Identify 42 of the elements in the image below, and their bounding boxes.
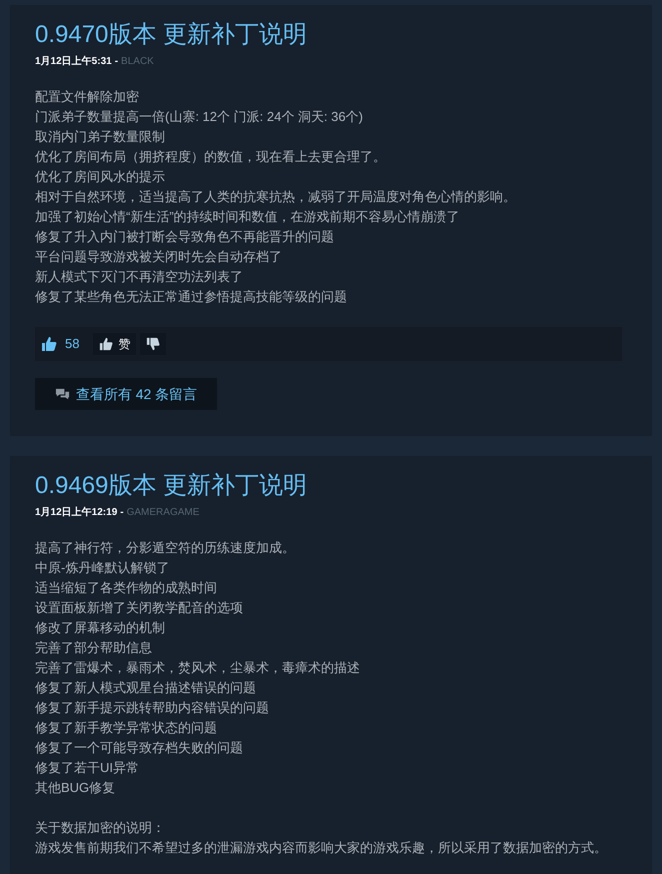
speech-bubbles-icon <box>54 386 70 402</box>
body-text-line: 修复了某些角色无法正常通过参悟提高技能等级的问题 <box>35 288 348 306</box>
thumbs-down-icon <box>146 337 160 351</box>
body-text-line: 修复了新人模式观星台描述错误的问题 <box>35 679 257 697</box>
body-text-line: 平台问题导致游戏被关闭时先会自动存档了 <box>35 248 283 266</box>
body-text-line: 门派弟子数量提高一倍(山寨: 12个 门派: 24个 洞天: 36个) <box>35 108 364 126</box>
like-button[interactable]: 赞 <box>93 333 136 355</box>
body-text-line: 修改了屏幕移动的机制 <box>35 619 166 637</box>
body-text-line: 完善了雷爆术，暴雨术，焚风术，尘暴术，毒瘴术的描述 <box>35 659 361 677</box>
separator: - <box>114 55 118 69</box>
body-text-line: 关于数据加密的说明： <box>35 819 166 837</box>
post-title[interactable]: 0.9469版本 更新补丁说明 <box>35 470 627 502</box>
body-text-line: 优化了房间风水的提示 <box>35 168 166 186</box>
thumbs-up-icon <box>99 337 114 351</box>
body-text-line: 配置文件解除加密 <box>35 88 140 106</box>
post-date: 1月12日上午5:31 <box>35 55 112 69</box>
post-author: BLACK <box>121 55 154 69</box>
body-text-line: 游戏发售前期我们不希望过多的泄漏游戏内容而影响大家的游戏乐趣，所以采用了数据加密的方式。 <box>35 839 608 857</box>
body-text-line: 优化了房间布局（拥挤程度）的数值，现在看上去更合理了。 <box>35 148 387 166</box>
separator: - <box>120 506 124 520</box>
body-text-line: 新人模式下灭门不再清空功法列表了 <box>35 268 244 286</box>
body-text-line: 完善了部分帮助信息 <box>35 639 153 657</box>
body-text-line: 相对于自然环境，适当提高了人类的抗寒抗热，减弱了开局温度对角色心情的影响。 <box>35 188 517 206</box>
body-text-line: 修复了新手提示跳转帮助内容错误的问题 <box>35 699 270 717</box>
body-text-line: 加强了初始心情“新生活”的持续时间和数值，在游戏前期不容易心情崩溃了 <box>35 208 461 226</box>
body-text-line: 修复了若干UI异常 <box>35 759 140 777</box>
body-text-line: 修复了一个可能导致存档失败的问题 <box>35 739 244 757</box>
body-text-line: 修复了新手教学异常状态的问题 <box>35 719 218 737</box>
body-text-line: 修复了升入内门被打断会导致角色不再能晋升的问题 <box>35 228 335 246</box>
body-text-line: 提高了神行符，分影遁空符的历练速度加成。 <box>35 539 296 557</box>
body-text-line: 取消内门弟子数量限制 <box>35 128 166 146</box>
thumbs-up-icon <box>41 336 57 352</box>
body-text-line: 设置面板新增了关闭教学配音的选项 <box>35 599 244 617</box>
post-author: GAMERAGAME <box>126 506 200 520</box>
like-count: 58 <box>65 335 80 354</box>
body-text-line: 适当缩短了各类作物的成熟时间 <box>35 579 218 597</box>
dislike-button[interactable] <box>140 333 166 355</box>
view-comments-button[interactable]: 查看所有 42 条留言 <box>35 378 217 410</box>
body-text-line: 其他BUG修复 <box>35 779 116 797</box>
body-text-line: 中原-炼丹峰默认解锁了 <box>35 559 170 577</box>
post-title[interactable]: 0.9470版本 更新补丁说明 <box>35 19 627 51</box>
post-date: 1月12日上午12:19 <box>35 506 118 520</box>
